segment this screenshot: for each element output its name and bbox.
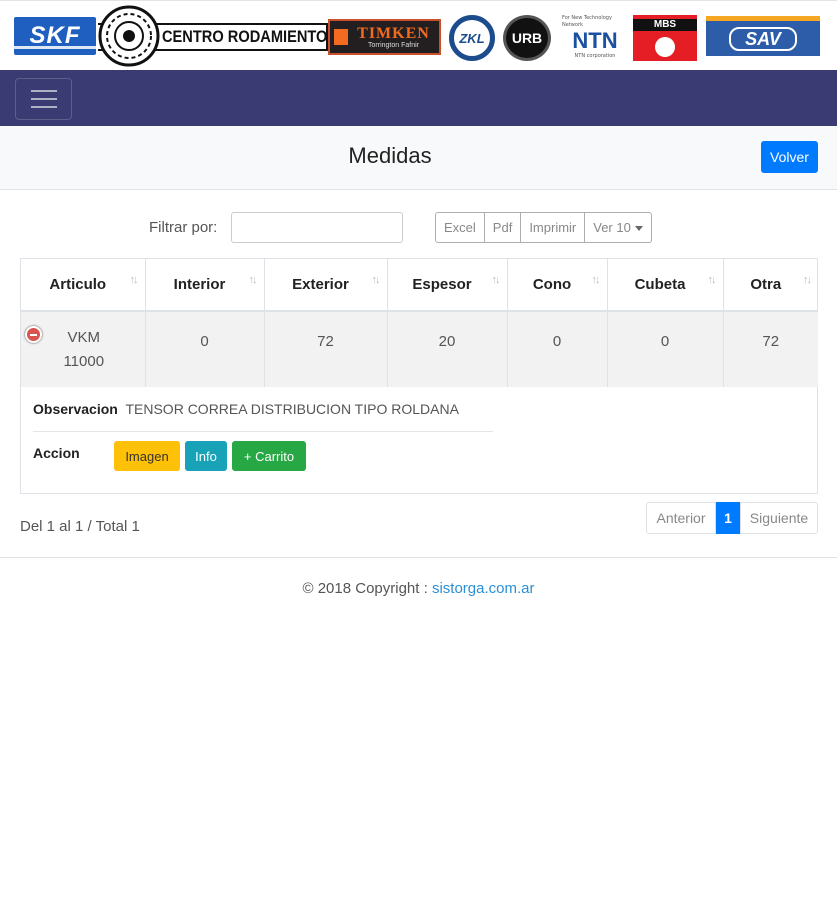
pagination: Anterior 1 Siguiente (646, 502, 818, 534)
column-header-cono[interactable]: Cono ↑↓ (507, 259, 608, 312)
cell-interior: 0 (145, 311, 265, 387)
mbs-logo: MBS (633, 15, 697, 61)
mbs-logo-text: MBS (633, 19, 697, 31)
pdf-button[interactable]: Pdf (484, 212, 522, 243)
bearing-seal-icon (98, 3, 160, 69)
column-header-label: Interior (173, 276, 226, 293)
column-header-cubeta[interactable]: Cubeta ↑↓ (607, 259, 724, 312)
skf-logo: SKF (14, 17, 96, 55)
print-button[interactable]: Imprimir (521, 212, 586, 243)
urb-logo-text: URB (511, 30, 543, 46)
timken-logo-subtext: Torrington Fafnir (368, 41, 419, 49)
sort-icon: ↑↓ (248, 274, 258, 286)
column-header-label: Espesor (412, 276, 472, 293)
collapse-row-icon[interactable] (25, 326, 42, 343)
column-header-label: Articulo (49, 276, 107, 293)
brand-banner: SKF CENTRO RODAMIENTOS S.R.L. TIMKEN Tor… (0, 0, 837, 70)
table-row[interactable]: VKM 11000 0 72 20 0 0 72 (21, 311, 818, 387)
column-header-interior[interactable]: Interior ↑↓ (145, 259, 265, 312)
copyright: © 2018 Copyright : sistorga.com.ar (0, 580, 837, 597)
sort-icon: ↑↓ (591, 274, 601, 286)
table-header-row: Articulo ↑↓ Interior ↑↓ Exterior ↑↓ Espesor… (21, 259, 818, 312)
imagen-button[interactable]: Imagen (114, 441, 180, 471)
info-button[interactable]: Info (185, 441, 227, 471)
column-header-label: Otra (750, 276, 782, 293)
sav-logo: SAV (706, 16, 820, 56)
copyright-text: © 2018 Copyright : (302, 580, 428, 597)
mbs-logo-mark (655, 37, 675, 57)
add-to-cart-button[interactable]: + Carrito (232, 441, 306, 471)
ntn-logo-tagline: For New Technology Network (562, 14, 612, 28)
ntn-logo: For New Technology Network NTN NTN corpo… (562, 13, 628, 61)
filter-input[interactable] (231, 212, 403, 243)
observacion-value: TENSOR CORREA DISTRIBUCION TIPO ROLDANA (125, 401, 459, 417)
accion-label: Accion (33, 445, 80, 461)
ntn-logo-text: NTN (572, 27, 618, 53)
cell-otra: 72 (723, 311, 818, 387)
hamburger-menu-icon[interactable] (15, 78, 72, 120)
sort-icon: ↑↓ (491, 274, 501, 286)
next-page-button[interactable]: Siguiente (740, 502, 818, 534)
page-size-label: Ver 10 (593, 220, 631, 235)
cell-cono: 0 (507, 311, 608, 387)
copyright-link[interactable]: sistorga.com.ar (432, 580, 535, 597)
column-header-label: Cono (532, 276, 572, 293)
export-button-group: Excel Pdf Imprimir Ver 10 (435, 212, 652, 243)
footer-divider (0, 557, 837, 558)
observacion-label: Observacion (33, 401, 118, 417)
back-button[interactable]: Volver (761, 141, 818, 173)
column-header-exterior[interactable]: Exterior ↑↓ (264, 259, 388, 312)
timken-logo: TIMKEN Torrington Fafnir (328, 19, 441, 55)
column-header-label: Exterior (292, 276, 349, 293)
zkl-logo-text: ZKL (459, 30, 485, 46)
column-header-espesor[interactable]: Espesor ↑↓ (387, 259, 508, 312)
sort-icon: ↑↓ (803, 274, 812, 286)
action-buttons: Imagen Info + Carrito (114, 441, 306, 471)
filter-label: Filtrar por: (149, 219, 218, 236)
sort-icon: ↑↓ (371, 274, 381, 286)
excel-button[interactable]: Excel (435, 212, 485, 243)
row-detail: Observacion TENSOR CORREA DISTRIBUCION T… (33, 401, 493, 461)
skf-logo-text: SKF (29, 22, 81, 49)
title-bar: Medidas (0, 126, 837, 190)
column-header-otra[interactable]: Otra ↑↓ (723, 259, 818, 312)
sort-icon: ↑↓ (707, 274, 717, 286)
current-page-button[interactable]: 1 (716, 502, 740, 534)
observacion-line: Observacion TENSOR CORREA DISTRIBUCION T… (33, 401, 493, 432)
accion-line: Accion (33, 445, 84, 463)
cell-cubeta: 0 (607, 311, 724, 387)
urb-logo: URB (503, 15, 551, 61)
navbar (0, 70, 837, 126)
sav-logo-text: SAV (729, 26, 797, 51)
cell-espesor: 20 (387, 311, 508, 387)
cell-exterior: 72 (264, 311, 388, 387)
cell-articulo: VKM 11000 (21, 311, 146, 387)
previous-page-button[interactable]: Anterior (646, 502, 716, 534)
zkl-logo: ZKL (449, 15, 495, 61)
sort-icon: ↑↓ (129, 274, 139, 286)
caret-down-icon (634, 226, 643, 232)
page-size-dropdown[interactable]: Ver 10 (585, 212, 652, 243)
results-summary: Del 1 al 1 / Total 1 (20, 518, 140, 535)
ntn-logo-subtext: NTN corporation (574, 52, 616, 59)
timken-logo-text: TIMKEN (357, 24, 430, 42)
page-title: Medidas (348, 143, 432, 168)
column-header-label: Cubeta (634, 276, 686, 293)
column-header-articulo[interactable]: Articulo ↑↓ (21, 259, 146, 312)
